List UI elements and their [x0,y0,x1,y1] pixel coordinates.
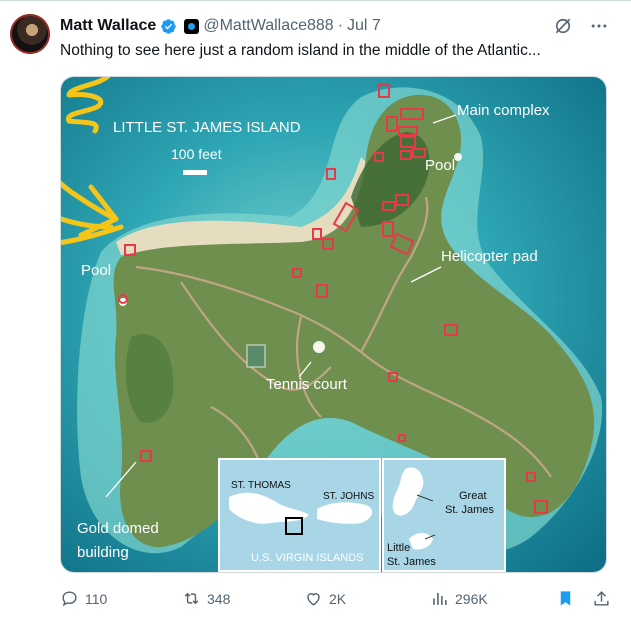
repost-icon [184,592,199,605]
affiliation-badge-icon [184,18,200,34]
bookmark-button[interactable] [556,589,575,608]
tweet-text: Nothing to see here just a random island… [60,42,541,59]
scale-bar [183,170,207,175]
repost-button[interactable]: 348 [182,589,230,608]
tweet-header: Matt Wallace @MattWallace888 · Jul 7 [60,16,381,36]
views-button[interactable]: 296K [430,589,488,608]
label-tennis-court: Tennis court [266,376,348,393]
tweet-actions: 110 348 2K 296K [60,589,612,609]
label-pool-left: Pool [81,262,111,279]
author-handle[interactable]: @MattWallace888 [203,17,333,35]
tweet-date[interactable]: Jul 7 [347,17,381,35]
inset-little-line2: St. James [387,556,436,568]
separator-dot: · [337,17,344,34]
inset-usvi: U.S. VIRGIN ISLANDS [251,552,363,564]
share-button[interactable] [592,589,611,608]
like-count: 2K [329,590,347,607]
inset-st-johns: ST. JOHNS [323,491,374,502]
gold-dome [313,341,325,353]
pool-marker [454,153,462,161]
repost-count: 348 [207,590,231,607]
reply-count: 110 [85,590,108,607]
grok-icon[interactable] [553,16,573,36]
label-helicopter-pad: Helicopter pad [441,248,538,265]
label-pool-top: Pool [425,157,455,174]
map-title: LITTLE ST. JAMES ISLAND [113,119,301,136]
more-options-icon[interactable] [589,16,609,36]
tennis-court [246,344,266,368]
map-scale-label: 100 feet [171,146,222,162]
inset-great-line2: St. James [445,504,494,516]
inset-map-st-james: Great St. James Little St. James [382,458,506,572]
views-bar-chart-icon [433,592,447,605]
inset-great-line1: Great [459,490,487,502]
tweet-media-map[interactable]: LITTLE ST. JAMES ISLAND 100 feet Main co… [60,76,607,573]
inset-little-line1: Little [387,542,410,554]
label-gold-domed-line2: building [77,544,129,561]
avatar[interactable] [10,14,50,54]
heart-icon [307,593,320,606]
frame-top-border [0,0,631,1]
verified-badge-icon [161,18,177,34]
share-icon [594,591,609,606]
label-gold-domed-line1: Gold domed [77,520,159,537]
reply-button[interactable]: 110 [60,589,107,608]
reply-icon [62,591,77,607]
header-actions [553,16,609,36]
author-name[interactable]: Matt Wallace [60,17,156,35]
like-button[interactable]: 2K [304,589,346,608]
views-count: 296K [455,590,488,607]
label-main-complex: Main complex [457,102,550,119]
bookmark-icon [560,591,571,606]
inset-map-usvi: ST. THOMAS ST. JOHNS U.S. VIRGIN ISLANDS [218,458,381,572]
inset-st-thomas: ST. THOMAS [231,480,291,491]
